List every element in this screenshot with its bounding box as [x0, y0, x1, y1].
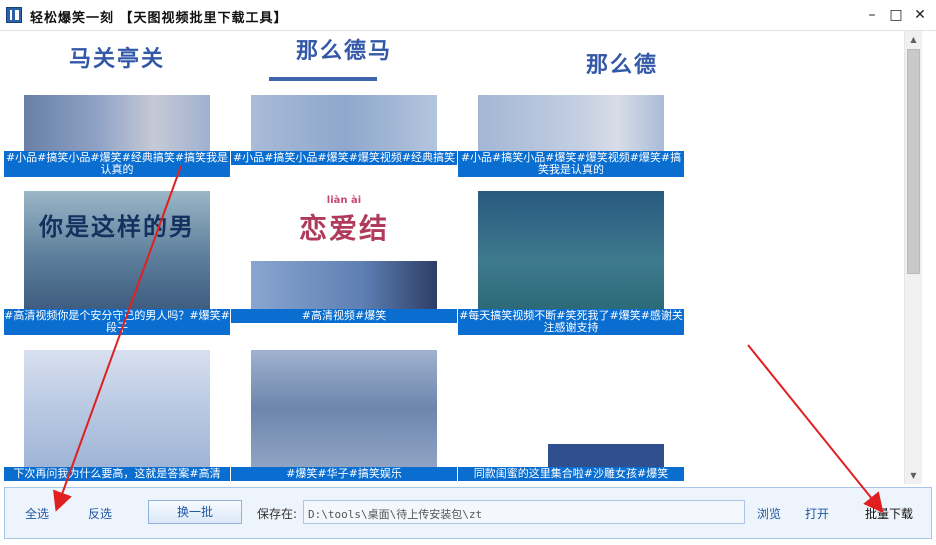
video-grid: 马关亭关 #小品#搞笑小品#爆笑#经典搞笑#搞笑我是认真的 那么德马 #小品#搞… — [0, 31, 904, 484]
video-caption: #小品#搞笑小品#爆笑#经典搞笑#搞笑我是认真的 — [4, 151, 230, 177]
video-caption: 同款闺蜜的这里集合啦#沙雕女孩#爆笑 — [458, 467, 684, 481]
select-all-link[interactable]: 全选 — [25, 505, 49, 522]
scrollbar-thumb[interactable] — [907, 49, 920, 274]
app-icon — [6, 7, 22, 23]
thumbnail-overlay-text: 你是这样的男 — [39, 213, 195, 241]
video-thumbnail[interactable]: 那么德马 — [251, 31, 437, 151]
video-thumbnail[interactable] — [478, 350, 664, 467]
thumbnail-subtitle: liàn ài — [326, 195, 362, 206]
save-location-label: 保存在: — [257, 507, 298, 521]
scroll-down-icon[interactable]: ▼ — [905, 467, 922, 484]
video-thumbnail[interactable]: 马关亭关 — [24, 31, 210, 151]
thumbnail-overlay-text: 恋爱结 — [298, 212, 389, 245]
title-bar: 轻松爆笑一刻 【天图视频批里下载工具】 – □ ✕ — [0, 0, 936, 31]
video-caption: 下次再问我为什么要高，这就是答案#高清 — [4, 467, 230, 481]
thumbnail-overlay-text: 那么德马 — [295, 39, 392, 64]
close-button[interactable]: ✕ — [909, 5, 931, 25]
video-thumbnail[interactable]: 你是这样的男 — [24, 191, 210, 309]
minimize-button[interactable]: – — [861, 5, 883, 25]
video-caption: #爆笑#华子#搞笑娱乐 — [231, 467, 457, 481]
window-title: 轻松爆笑一刻 【天图视频批里下载工具】 — [30, 11, 288, 26]
open-link[interactable]: 打开 — [805, 505, 829, 522]
video-thumbnail[interactable]: 那么德 — [478, 31, 664, 151]
next-batch-button[interactable]: 换一批 — [148, 500, 242, 524]
video-thumbnail[interactable]: liàn ài 恋爱结 — [251, 191, 437, 309]
video-thumbnail[interactable] — [478, 191, 664, 309]
video-thumbnail[interactable] — [251, 350, 437, 467]
vertical-scrollbar[interactable]: ▲ ▼ — [904, 31, 922, 484]
video-caption: #小品#搞笑小品#爆笑#爆笑视频#经典搞笑 — [231, 151, 457, 165]
thumbnail-overlay-text: 马关亭关 — [68, 47, 165, 72]
maximize-button[interactable]: □ — [885, 5, 907, 25]
bottom-toolbar: 全选 反选 换一批 保存在: D:\tools\桌面\待上传安装包\zt 浏览 … — [4, 487, 932, 539]
invert-selection-link[interactable]: 反选 — [88, 505, 112, 522]
batch-download-link[interactable]: 批量下载 — [865, 505, 913, 522]
video-caption: #高清视频你是个安分守己的男人吗？#爆笑#段子 — [4, 309, 230, 335]
video-caption: #小品#搞笑小品#爆笑#爆笑视频#爆笑#搞笑我是认真的 — [458, 151, 684, 177]
scroll-up-icon[interactable]: ▲ — [905, 31, 922, 48]
thumbnail-overlay-text: 那么德 — [585, 53, 658, 78]
save-path-input[interactable]: D:\tools\桌面\待上传安装包\zt — [303, 500, 745, 524]
browse-link[interactable]: 浏览 — [757, 505, 781, 522]
video-caption: #每天搞笑视频不断#笑死我了#爆笑#感谢关注感谢支持 — [458, 309, 684, 335]
video-caption: #高清视频#爆笑 — [231, 309, 457, 323]
video-thumbnail[interactable] — [24, 350, 210, 467]
